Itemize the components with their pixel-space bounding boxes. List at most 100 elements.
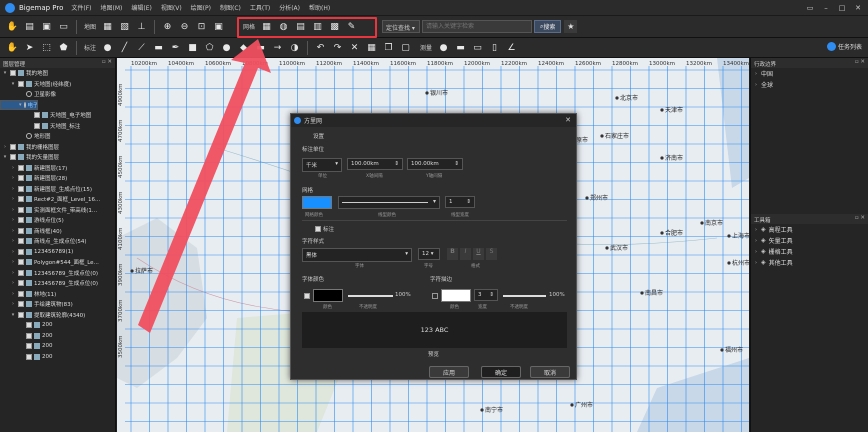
checkbox-icon[interactable] xyxy=(18,164,24,171)
menu-item[interactable]: 编辑(E) xyxy=(131,5,151,12)
checkbox-icon[interactable] xyxy=(18,290,24,297)
screen-icon[interactable]: ▭ xyxy=(57,20,70,33)
layer-item[interactable]: › 游线点位(5) xyxy=(0,215,115,226)
checkbox-icon[interactable] xyxy=(34,112,40,119)
pin-icon[interactable]: ▫ ✕ xyxy=(102,59,112,65)
checkbox-icon[interactable] xyxy=(18,80,24,87)
menu-item[interactable]: 制图(C) xyxy=(220,5,241,12)
opacity-slider[interactable] xyxy=(348,295,393,297)
pan-icon[interactable]: ✋ xyxy=(6,41,19,54)
expand-icon[interactable]: ▾ xyxy=(2,70,8,76)
arrow-right-icon[interactable]: → xyxy=(271,41,284,54)
save-icon[interactable]: ▣ xyxy=(40,20,53,33)
checkbox-icon[interactable] xyxy=(18,248,24,255)
layer-item[interactable]: 天地图_电子地图 xyxy=(0,110,115,121)
checkbox-icon[interactable] xyxy=(26,343,32,350)
city-marker[interactable]: 石家庄市 xyxy=(600,132,629,140)
font-color-checkbox[interactable] xyxy=(304,293,310,299)
layer-item[interactable]: 200 xyxy=(0,331,115,342)
radio-icon[interactable] xyxy=(26,91,32,98)
fill-icon[interactable]: ◆ xyxy=(237,41,250,54)
layer-item[interactable]: ▾ 天地图(经纬度) xyxy=(0,79,115,90)
menu-item[interactable]: 文件(F) xyxy=(71,5,91,12)
line-icon[interactable]: ╱ xyxy=(118,41,131,54)
layer-item[interactable]: › Polygon#544_面框_Le... xyxy=(0,257,115,268)
expand-icon[interactable]: › xyxy=(10,196,16,202)
maximize-icon[interactable]: □ xyxy=(836,2,848,13)
layer-item[interactable]: › 123456789_生成点位(0) xyxy=(0,278,115,289)
unit-select[interactable]: 千米 ▾ xyxy=(302,158,342,172)
menu-item[interactable]: 帮助(H) xyxy=(309,5,330,12)
font-size-select[interactable]: 12 ▾ xyxy=(418,248,440,260)
measure-height-icon[interactable]: ▯ xyxy=(488,41,501,54)
expand-icon[interactable]: › xyxy=(10,175,16,181)
expand-icon[interactable]: › xyxy=(10,186,16,192)
expand-icon[interactable]: › xyxy=(10,280,16,286)
x-spacing-input[interactable]: 100.00km ⇕ xyxy=(347,158,403,170)
checkbox-icon[interactable] xyxy=(18,311,24,318)
zoom-in-icon[interactable]: ⊕ xyxy=(161,20,174,33)
checkbox-icon[interactable] xyxy=(10,70,16,77)
select-box-icon[interactable]: ⬚ xyxy=(40,41,53,54)
expand-icon[interactable]: ▾ xyxy=(10,81,16,87)
layer-item[interactable]: › 商线框(40) xyxy=(0,226,115,237)
layer-item[interactable]: › 123456789_生成点位(0) xyxy=(0,268,115,279)
measure-line-icon[interactable]: ▬ xyxy=(454,41,467,54)
cancel-button[interactable]: 取消 xyxy=(530,366,570,378)
pen-icon[interactable]: ✒ xyxy=(169,41,182,54)
eraser-icon[interactable]: ▬ xyxy=(254,41,267,54)
select-arrow-icon[interactable]: ➤ xyxy=(23,41,36,54)
checkbox-icon[interactable] xyxy=(18,217,24,224)
layer-item[interactable]: › 手绘建筑物(83) xyxy=(0,299,115,310)
polygon-icon[interactable]: ⬠ xyxy=(203,41,216,54)
measure-point-icon[interactable]: ● xyxy=(437,41,450,54)
circle-icon[interactable]: ● xyxy=(220,41,233,54)
measure-angle-icon[interactable]: ∠ xyxy=(505,41,518,54)
checkbox-icon[interactable] xyxy=(18,175,24,182)
layer-item[interactable]: 200 xyxy=(0,352,115,363)
checkbox-icon[interactable] xyxy=(18,269,24,276)
layer-item[interactable]: ▾ 我的矢量图层 xyxy=(0,152,115,163)
pointer-icon[interactable]: ⬟ xyxy=(57,41,70,54)
checkbox-icon[interactable] xyxy=(18,259,24,266)
layer-item[interactable]: 200 xyxy=(0,341,115,352)
bold-icon[interactable]: B xyxy=(447,248,458,260)
expand-icon[interactable]: › xyxy=(2,144,8,150)
layer-item[interactable]: › 我的栅格图层 xyxy=(0,142,115,153)
font-family-select[interactable]: 黑体 ▾ xyxy=(302,248,412,262)
tool-item[interactable]: › ◈ 高程工具 xyxy=(751,224,868,235)
menu-item[interactable]: 工具(T) xyxy=(250,5,270,12)
annotate-checkbox[interactable] xyxy=(315,226,321,232)
line-width-input[interactable]: 1 ⇕ xyxy=(445,196,475,208)
expand-icon[interactable]: ▾ xyxy=(2,154,8,160)
menu-item[interactable]: 视图(V) xyxy=(161,5,182,12)
menu-item[interactable]: 分析(A) xyxy=(279,5,300,12)
curve-icon[interactable]: ◑ xyxy=(288,41,301,54)
expand-icon[interactable]: › xyxy=(10,207,16,213)
menu-item[interactable]: 地图(M) xyxy=(101,5,123,12)
minimize-icon[interactable]: – xyxy=(820,2,832,13)
apply-button[interactable]: 应用 xyxy=(429,366,469,378)
expand-icon[interactable]: › xyxy=(10,165,16,171)
layer-item[interactable]: 天地图_标注 xyxy=(0,121,115,132)
expand-icon[interactable]: › xyxy=(10,301,16,307)
dialog-close-icon[interactable]: ✕ xyxy=(565,116,571,124)
font-color-swatch[interactable] xyxy=(313,289,343,302)
layer-item[interactable]: › 123456789(1) xyxy=(0,247,115,258)
measure-area-icon[interactable]: ▭ xyxy=(471,41,484,54)
paste-icon[interactable]: ▢ xyxy=(399,41,412,54)
polyline-icon[interactable]: ⟋ xyxy=(135,41,148,54)
checkbox-icon[interactable] xyxy=(18,280,24,287)
outline-checkbox[interactable] xyxy=(432,293,438,299)
tool-item[interactable]: › ◈ 矢量工具 xyxy=(751,235,868,246)
outline-width-input[interactable]: 3 ⇕ xyxy=(474,289,498,301)
grid-color-swatch[interactable] xyxy=(302,196,332,209)
layer-item[interactable]: ▾ 我的地图 xyxy=(0,68,115,79)
search-button[interactable]: ⌕ 搜索 xyxy=(534,20,562,33)
checkbox-icon[interactable] xyxy=(18,227,24,234)
checkbox-icon[interactable] xyxy=(26,332,32,339)
close-icon[interactable]: ✕ xyxy=(852,2,864,13)
layer-item[interactable]: › 实测面框文件_带高线(1... xyxy=(0,205,115,216)
underline-icon[interactable]: U xyxy=(473,248,484,260)
new-file-icon[interactable]: ▤ xyxy=(23,20,36,33)
